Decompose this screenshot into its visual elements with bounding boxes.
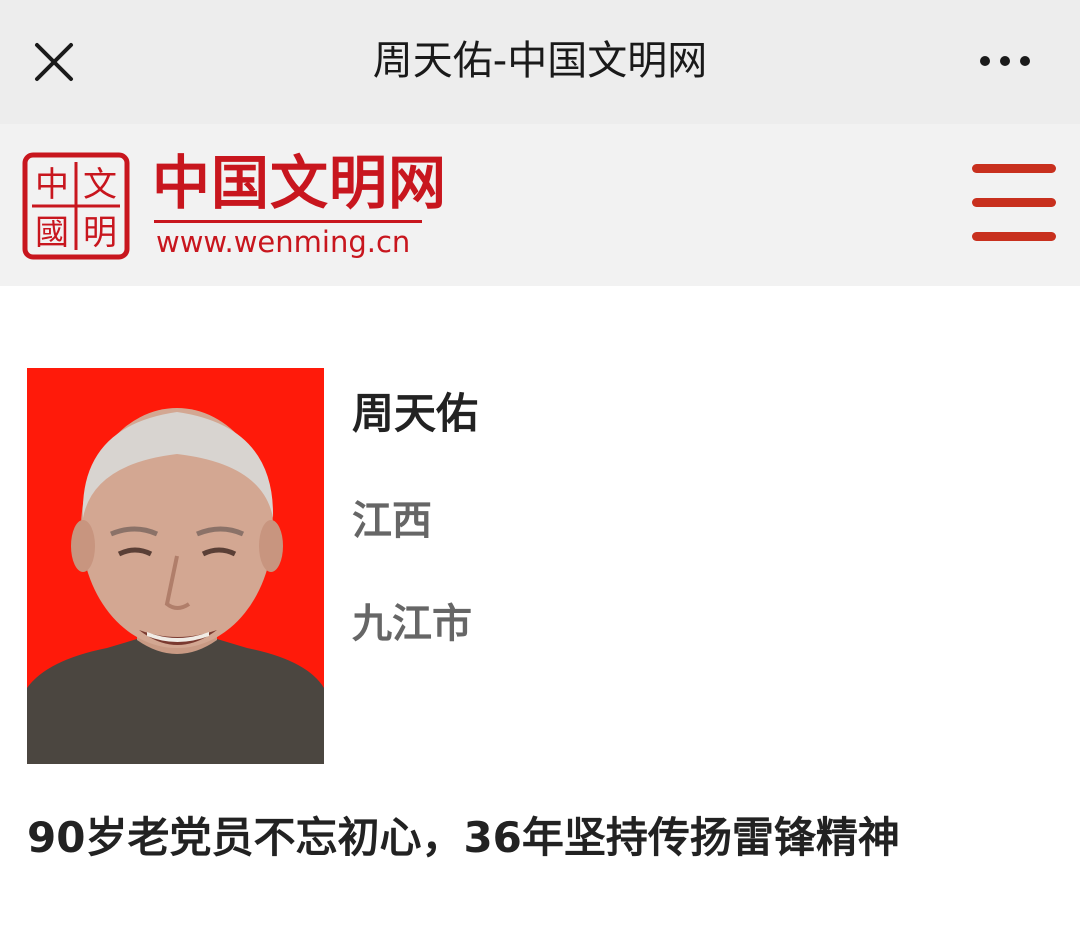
close-button[interactable] [30,38,78,86]
brand-divider [154,220,422,223]
brand-name[interactable]: 中国文明网 [152,150,447,216]
article-headline[interactable]: 90岁老党员不忘初心，36年坚持传扬雷锋精神 [27,808,1057,868]
hamburger-menu-icon [972,164,1056,173]
site-header: 中 文 國 明 中国文明网 www.wenming.cn [0,124,1080,286]
person-name: 周天佑 [352,389,479,438]
seal-char: 明 [83,213,117,253]
seal-logo[interactable]: 中 文 國 明 [22,152,130,260]
more-horizontal-icon [980,56,990,66]
hamburger-line [972,198,1056,207]
seal-char: 文 [83,165,117,205]
close-icon [35,43,73,81]
person-city: 九江市 [352,601,472,647]
seal-char: 中 [35,165,69,205]
hamburger-line [972,232,1056,241]
more-dot [1000,56,1010,66]
seal-char: 國 [35,213,69,253]
top-navigation-bar: 周天佑-中国文明网 [0,0,1080,124]
person-province: 江西 [352,498,432,544]
page-title: 周天佑-中国文明网 [372,38,708,84]
profile-photo [27,368,324,764]
menu-button[interactable] [968,162,1060,246]
more-dot [1020,56,1030,66]
brand-url[interactable]: www.wenming.cn [156,224,410,260]
more-options-button[interactable] [970,40,1040,84]
